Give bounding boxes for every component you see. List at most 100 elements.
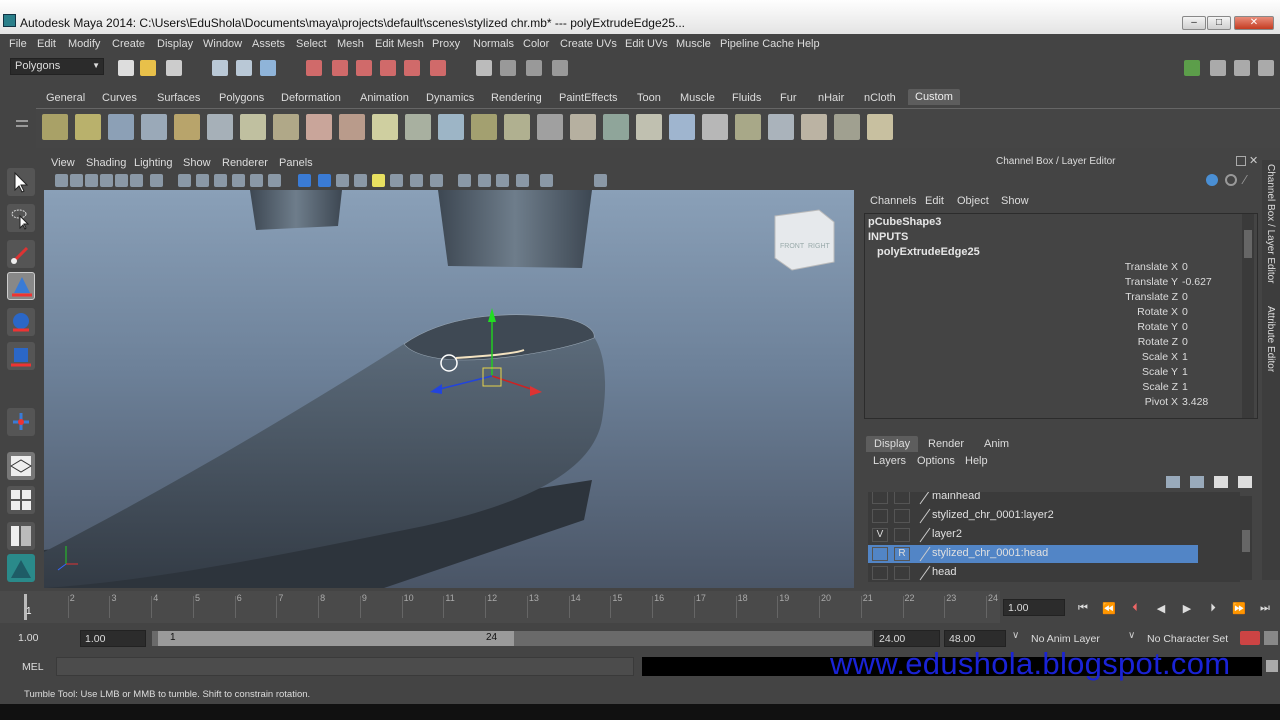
viewport-menu-view[interactable]: View: [51, 157, 75, 169]
insert-edge-loop-icon[interactable]: [339, 114, 365, 140]
animation-preferences-icon[interactable]: [1264, 631, 1278, 645]
layer-visibility-toggle[interactable]: [872, 509, 888, 523]
move-manipulator-y-arrow[interactable]: [488, 308, 496, 322]
pin-icon[interactable]: ⁄: [1244, 172, 1246, 187]
sphere-tool-icon[interactable]: [42, 114, 68, 140]
fill-hole-icon[interactable]: [273, 114, 299, 140]
shelf-tab-surfaces[interactable]: Surfaces: [157, 92, 200, 104]
maximize-button[interactable]: □: [1207, 16, 1231, 30]
ipr-render-icon[interactable]: [526, 60, 542, 76]
screen-space-ao-icon[interactable]: [410, 174, 423, 187]
field-chart-icon[interactable]: [232, 174, 245, 187]
lasso-tool-icon[interactable]: [7, 204, 35, 232]
layer-row[interactable]: head: [868, 564, 1240, 582]
range-slider-handle[interactable]: [158, 631, 514, 646]
layer-display-type-toggle[interactable]: [894, 492, 910, 504]
leg-mesh-right[interactable]: [438, 190, 592, 268]
manipulator-tool-icon[interactable]: [7, 408, 35, 436]
use-all-lights-icon[interactable]: [372, 174, 385, 187]
playback-start-field[interactable]: 1.00: [80, 630, 146, 647]
isolate-select-icon[interactable]: [496, 174, 509, 187]
grease-pencil-icon[interactable]: [130, 174, 143, 187]
quadrangulate-icon[interactable]: [570, 114, 596, 140]
layer-color-swatch[interactable]: [918, 508, 932, 524]
close-panel-icon[interactable]: ✕: [1249, 154, 1258, 167]
object-icon[interactable]: [1206, 174, 1218, 186]
channel-box-icon[interactable]: [1258, 60, 1274, 76]
scale-tool-icon[interactable]: [7, 342, 35, 370]
shelf-menu-handle[interactable]: [0, 86, 36, 148]
character-set-dropdown-icon[interactable]: ∨: [1128, 630, 1135, 641]
xray-joints-icon[interactable]: [540, 174, 553, 187]
go-to-start-icon[interactable]: ⏮: [1074, 602, 1092, 616]
depth-of-field-icon[interactable]: [478, 174, 491, 187]
menu-select[interactable]: Select: [296, 38, 327, 50]
channel-attr-label[interactable]: Rotate Y: [1137, 321, 1178, 333]
step-forward-key-icon[interactable]: ⏩: [1230, 602, 1248, 616]
new-scene-icon[interactable]: [118, 60, 134, 76]
channels-show-menu[interactable]: Show: [1001, 195, 1029, 207]
layer-color-swatch[interactable]: [918, 565, 932, 581]
history-icon[interactable]: [430, 60, 446, 76]
tool-settings-icon[interactable]: [1234, 60, 1250, 76]
menu-modify[interactable]: Modify: [68, 38, 100, 50]
viewport-menu-shading[interactable]: Shading: [86, 157, 126, 169]
menu-window[interactable]: Window: [203, 38, 242, 50]
cube-tool-icon[interactable]: [75, 114, 101, 140]
channel-attr-value[interactable]: 0: [1182, 261, 1188, 273]
render-frame-icon[interactable]: [500, 60, 516, 76]
shelf-tab-custom[interactable]: Custom: [908, 89, 960, 105]
shelf-tab-polygons[interactable]: Polygons: [219, 92, 264, 104]
camera-attributes-icon[interactable]: [70, 174, 83, 187]
channel-attr-value[interactable]: 1: [1182, 381, 1188, 393]
layer-display-type-toggle[interactable]: [894, 566, 910, 580]
current-time-field[interactable]: 1.00: [1003, 599, 1065, 616]
layer-tab-render[interactable]: Render: [920, 436, 972, 452]
mirror-icon[interactable]: [504, 114, 530, 140]
mel-command-input[interactable]: [56, 657, 634, 676]
menu-edit[interactable]: Edit: [37, 38, 56, 50]
menu-pipeline-cache[interactable]: Pipeline Cache: [720, 38, 794, 50]
menu-edit-uvs[interactable]: Edit UVs: [625, 38, 668, 50]
safe-action-icon[interactable]: [250, 174, 263, 187]
menu-proxy[interactable]: Proxy: [432, 38, 460, 50]
viewport-menu-show[interactable]: Show: [183, 157, 211, 169]
textured-icon[interactable]: [354, 174, 367, 187]
motion-blur-icon[interactable]: [430, 174, 443, 187]
move-tool-icon[interactable]: [7, 272, 35, 300]
menu-muscle[interactable]: Muscle: [676, 38, 711, 50]
shelf-tab-painteffects[interactable]: PaintEffects: [559, 92, 618, 104]
layer-color-swatch[interactable]: [918, 527, 932, 543]
side-tab-attribute-editor[interactable]: Attribute Editor: [1265, 306, 1276, 372]
channels-menu[interactable]: Channels: [870, 195, 916, 207]
layer-visibility-toggle[interactable]: V: [872, 528, 888, 542]
menu-create[interactable]: Create: [112, 38, 145, 50]
image-plane-icon[interactable]: [100, 174, 113, 187]
slide-edge-icon[interactable]: [834, 114, 860, 140]
combine-icon[interactable]: [438, 114, 464, 140]
time-slider[interactable]: [0, 591, 1000, 623]
crease-tool-icon[interactable]: [801, 114, 827, 140]
save-scene-icon[interactable]: [166, 60, 182, 76]
channel-attr-label[interactable]: Scale Y: [1142, 366, 1178, 378]
soften-edge-icon[interactable]: [603, 114, 629, 140]
script-editor-icon[interactable]: [1266, 660, 1278, 672]
select-component-icon[interactable]: [260, 60, 276, 76]
layer-display-type-toggle[interactable]: R: [894, 547, 910, 561]
channel-attr-value[interactable]: -0.627: [1182, 276, 1212, 288]
conform-icon[interactable]: [702, 114, 728, 140]
custom-layout-icon[interactable]: [7, 554, 35, 582]
outliner-layout-icon[interactable]: [7, 522, 35, 550]
step-forward-frame-icon[interactable]: ⏵: [1204, 602, 1222, 616]
select-camera-icon[interactable]: [55, 174, 68, 187]
snap-grid-icon[interactable]: [306, 60, 322, 76]
channel-attr-label[interactable]: Scale X: [1142, 351, 1178, 363]
shelf-tab-dynamics[interactable]: Dynamics: [426, 92, 474, 104]
layer-visibility-toggle[interactable]: [872, 566, 888, 580]
channel-attr-label[interactable]: Scale Z: [1142, 381, 1178, 393]
step-back-frame-icon[interactable]: ⏴: [1126, 602, 1144, 616]
channel-attr-value[interactable]: 1: [1182, 351, 1188, 363]
close-button[interactable]: ✕: [1234, 16, 1274, 30]
split-polygon-icon[interactable]: [306, 114, 332, 140]
bridge-icon[interactable]: [240, 114, 266, 140]
